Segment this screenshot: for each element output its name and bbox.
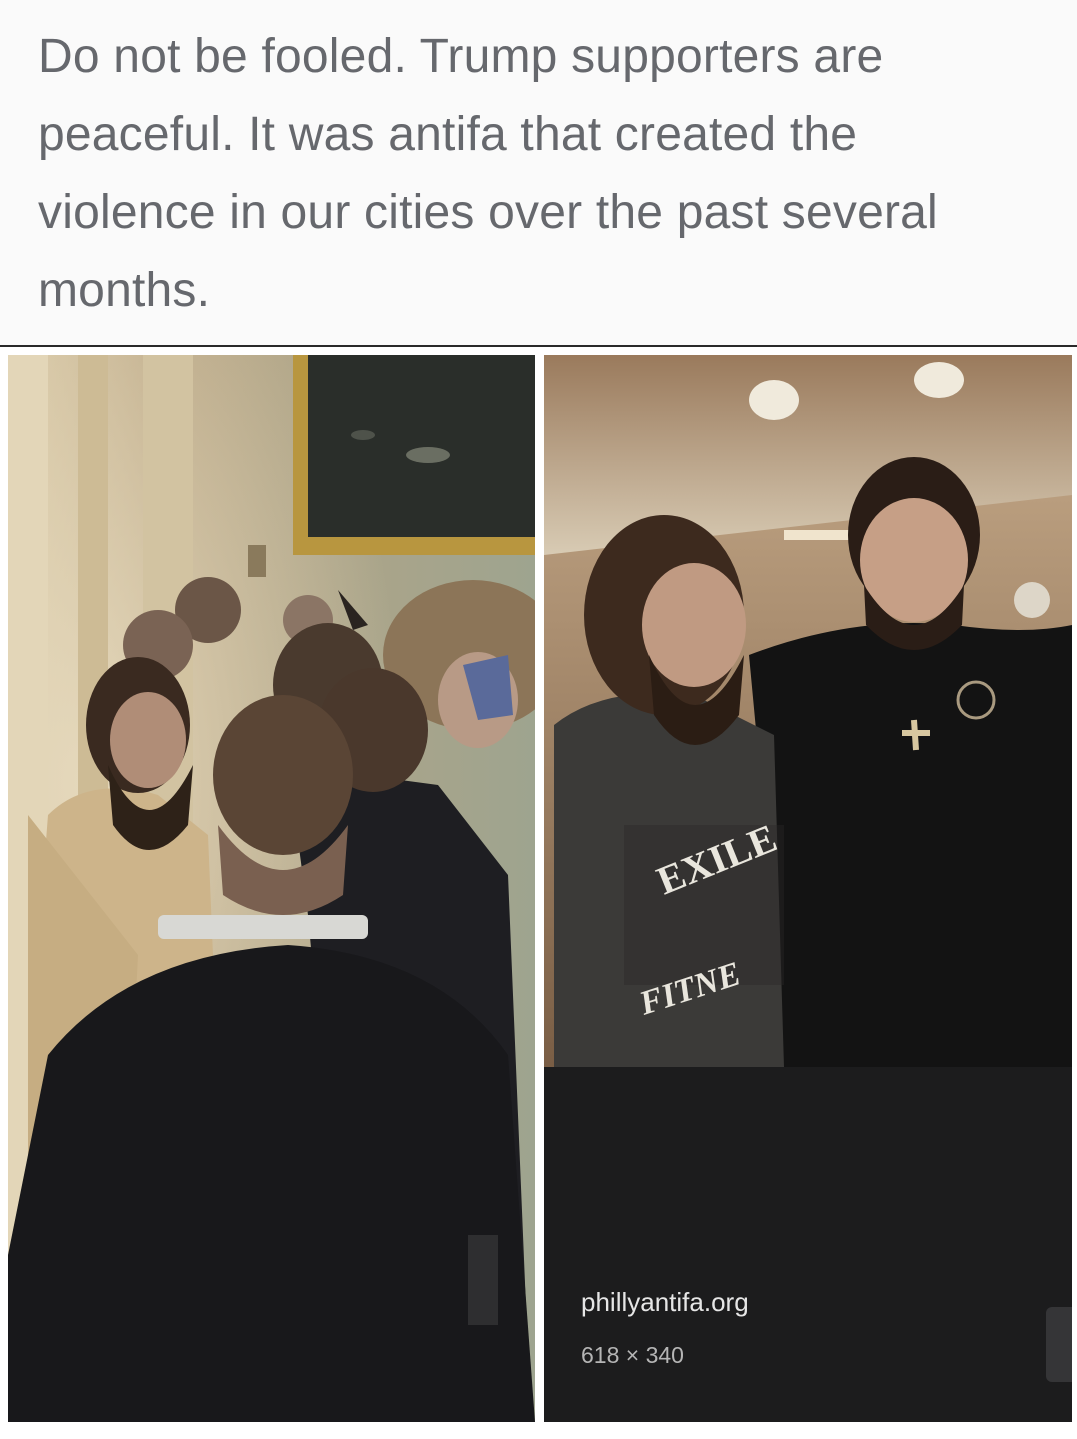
image-collage: EXILE FITNE phillyantifa.org 618 × 340 [0,345,1077,1439]
image-result-card[interactable]: phillyantifa.org 618 × 340 [544,1067,1072,1422]
post-text: Do not be fooled. Trump supporters are p… [38,30,938,317]
source-domain[interactable]: phillyantifa.org [581,1287,749,1318]
left-photo-illustration [8,355,535,1422]
left-photo[interactable] [8,355,535,1422]
right-photo[interactable]: EXILE FITNE [544,355,1072,1067]
image-dimensions: 618 × 340 [581,1342,684,1368]
next-result-tab[interactable] [1046,1307,1072,1382]
right-photo-illustration: EXILE FITNE [544,355,1072,1067]
